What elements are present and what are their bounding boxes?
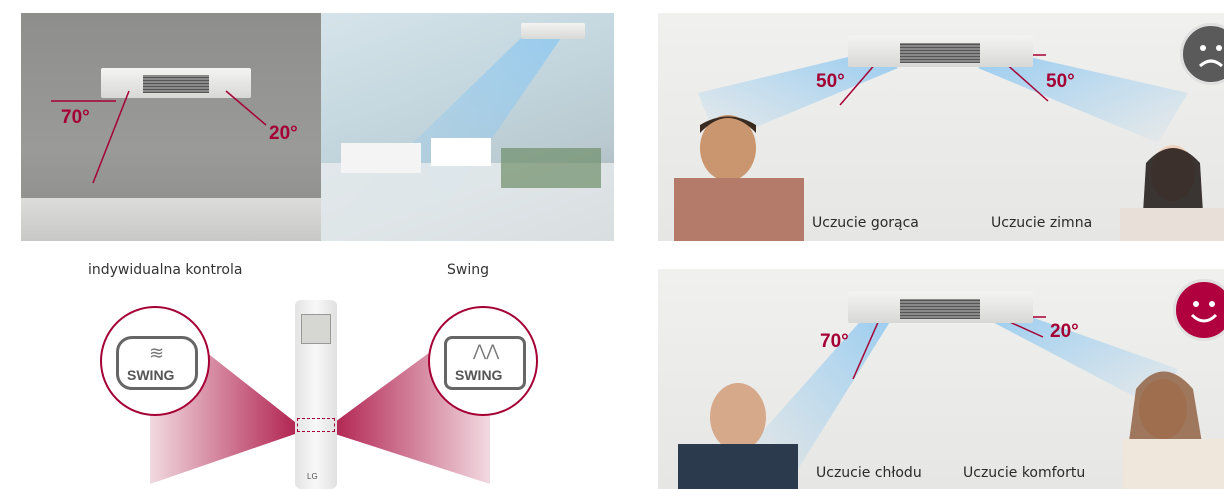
bottom-angle-right: 20°	[1050, 321, 1079, 342]
airflow-beams	[321, 38, 614, 241]
individual-control-photo: 70° 20°	[21, 13, 321, 241]
top-angle-right: 50°	[1046, 71, 1075, 92]
bottom-angle-left: 70°	[820, 331, 849, 352]
feel-comfort-label: Uczucie komfortu	[963, 465, 1086, 481]
angle-70-label: 70°	[61, 107, 90, 128]
swing-right-label: SWING	[455, 367, 503, 383]
cassette-bottom-grille	[900, 299, 980, 319]
uncomfortable-scene: 50° 50° Uczucie gorąca Uczucie zimna	[658, 13, 1224, 241]
caption-individual-control: indywidualna kontrola	[88, 262, 243, 278]
angle-20-label: 20°	[269, 123, 298, 144]
office-ceiling-cassette	[521, 23, 585, 39]
remote-control-illustration: LG ≋ SWING ⋀⋀ SWING	[90, 300, 560, 489]
remote-display	[301, 314, 331, 344]
swing-left-label: SWING	[127, 367, 175, 383]
zoom-circle-right: ⋀⋀ SWING	[428, 306, 538, 416]
swing-office-photo	[321, 13, 614, 241]
feel-cold-label: Uczucie zimna	[991, 215, 1093, 231]
cassette-top-grille	[900, 43, 980, 63]
feel-hot-label: Uczucie gorąca	[812, 215, 919, 231]
feel-cool-label: Uczucie chłodu	[816, 465, 922, 481]
remote-body: LG	[295, 300, 337, 489]
comfortable-scene: 70° 20° Uczucie chłodu Uczucie komfortu	[658, 269, 1224, 489]
swing-right-icon: ⋀⋀	[473, 343, 500, 360]
zoom-circle-left: ≋ SWING	[100, 306, 210, 416]
swing-button-left: ≋ SWING	[116, 336, 198, 390]
happy-face-icon	[1173, 279, 1224, 341]
remote-brand: LG	[307, 472, 318, 481]
swing-left-icon: ≋	[149, 343, 165, 363]
swing-button-right: ⋀⋀ SWING	[444, 336, 526, 390]
caption-swing: Swing	[447, 262, 489, 278]
sad-face-icon	[1180, 23, 1224, 85]
remote-swing-highlight	[297, 418, 335, 432]
top-angle-left: 50°	[816, 71, 845, 92]
